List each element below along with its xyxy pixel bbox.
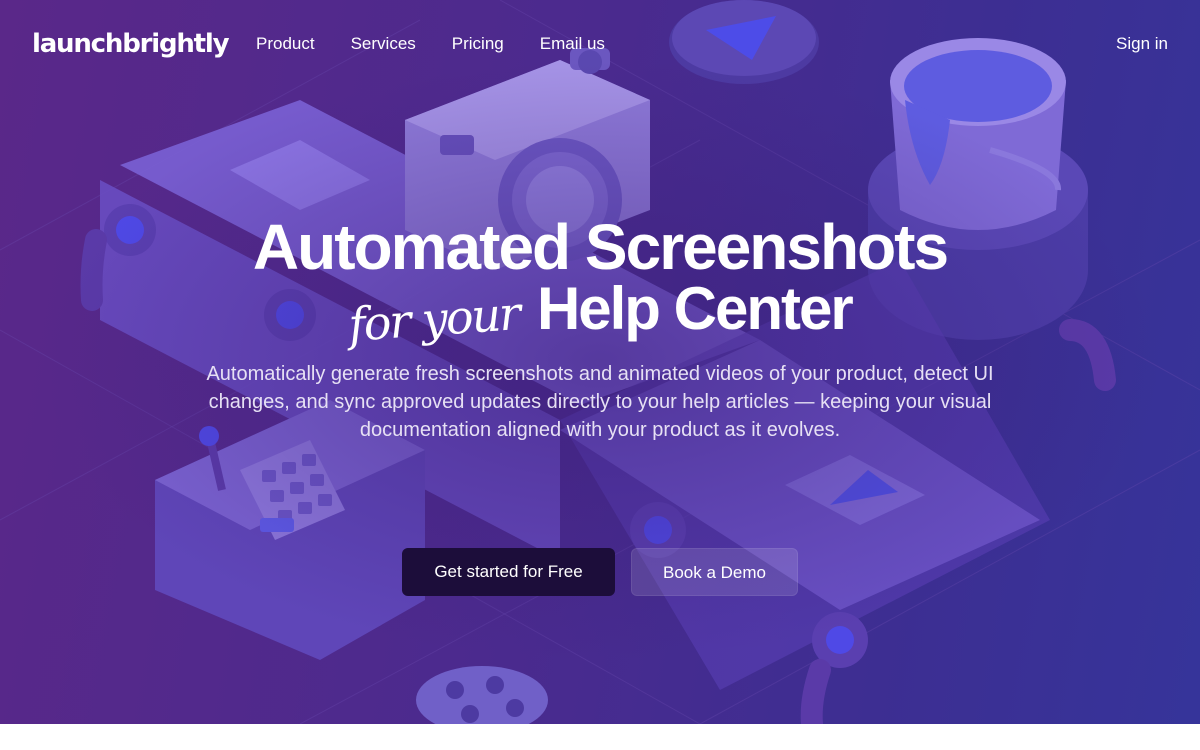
hero-headline: Automated Screenshots: [252, 211, 949, 283]
hero-section: launchbrightly Product Services Pricing …: [0, 0, 1200, 724]
headline-script-text: for your: [347, 286, 522, 352]
headline-help-center: Help Center: [536, 275, 854, 342]
hero-headline-secondary: for your Help Center: [0, 274, 1200, 352]
nav-link-services[interactable]: Services: [351, 32, 416, 56]
nav-links: Product Services Pricing Email us: [256, 32, 641, 56]
nav-link-pricing[interactable]: Pricing: [452, 32, 504, 56]
nav-link-product[interactable]: Product: [256, 32, 315, 56]
hero-subtitle: Automatically generate fresh screenshots…: [206, 363, 994, 441]
brand-logo[interactable]: launchbrightly: [32, 24, 230, 64]
book-demo-button[interactable]: Book a Demo: [631, 548, 798, 596]
top-navigation: launchbrightly Product Services Pricing …: [0, 0, 1200, 88]
sign-in-link[interactable]: Sign in: [1116, 32, 1168, 56]
nav-link-email-us[interactable]: Email us: [540, 32, 605, 56]
get-started-button[interactable]: Get started for Free: [402, 548, 615, 596]
